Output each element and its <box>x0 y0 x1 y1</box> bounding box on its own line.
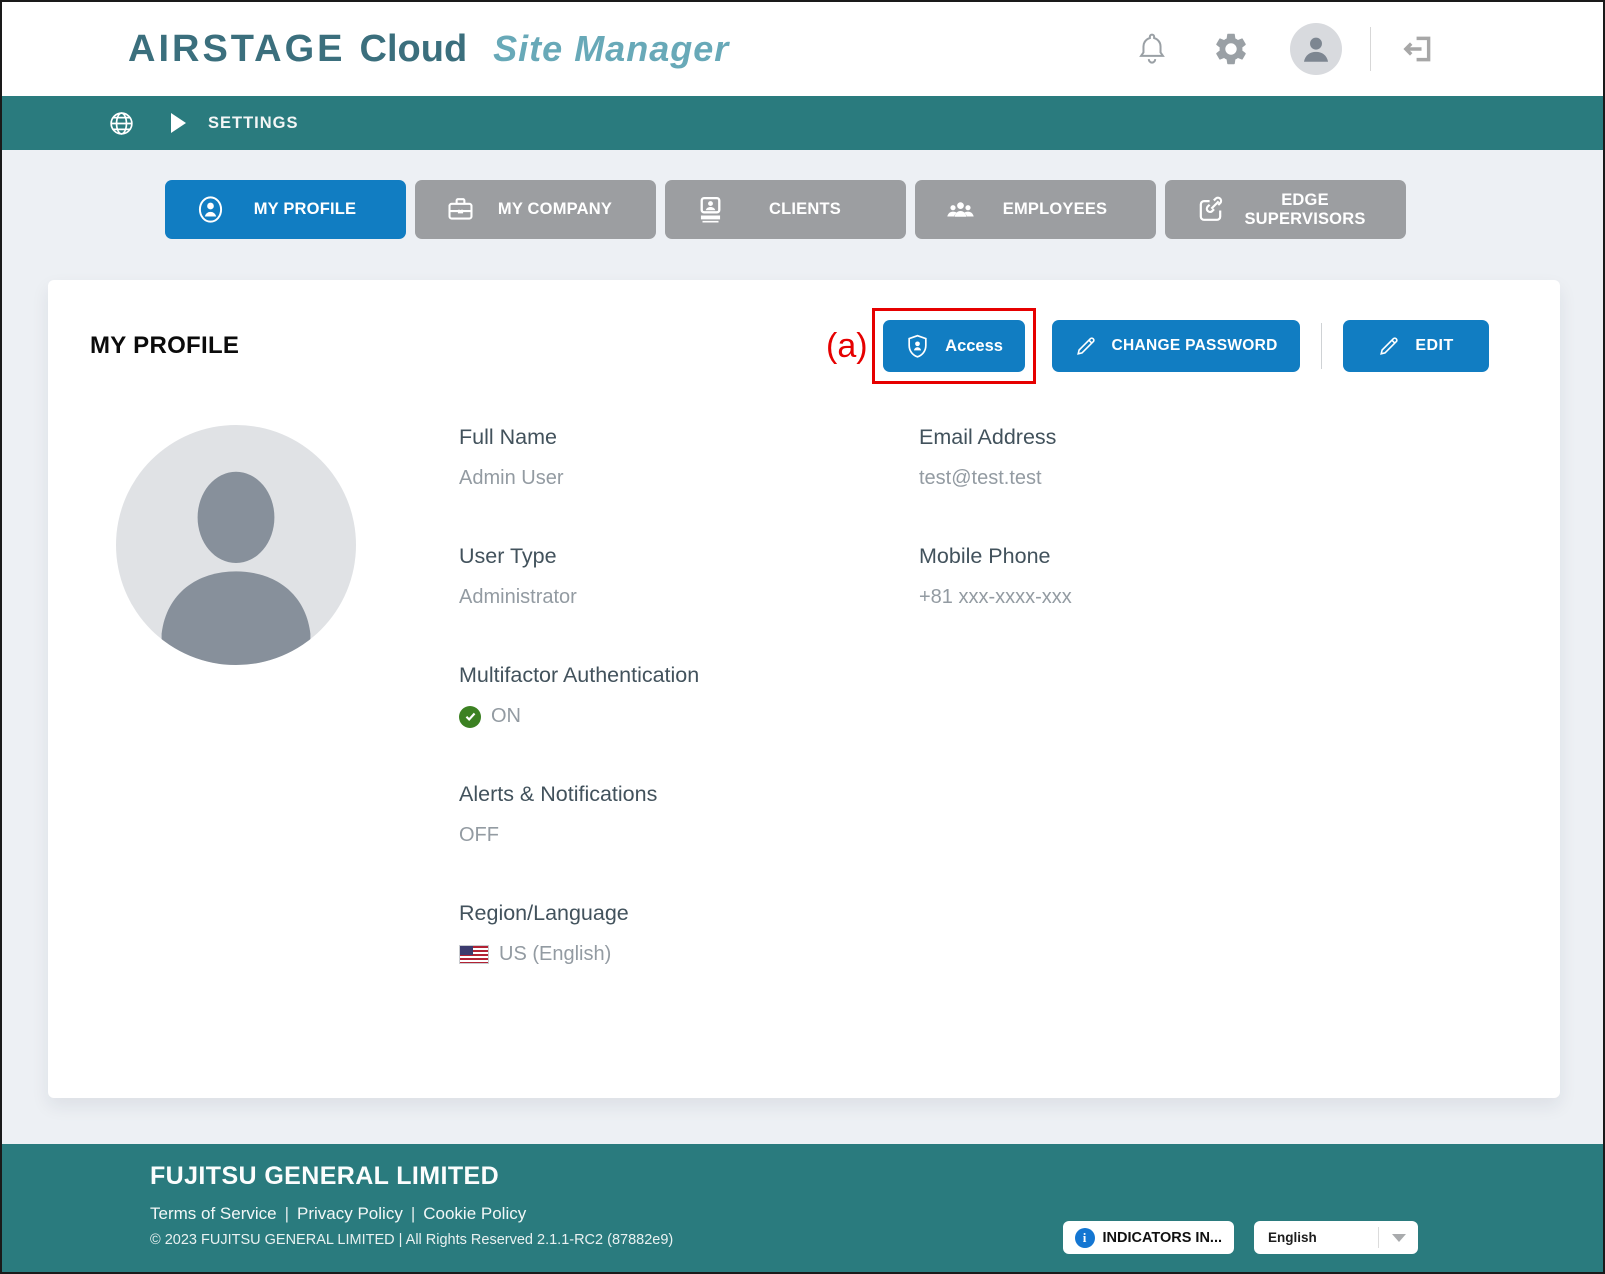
header-avatar[interactable] <box>1290 23 1342 75</box>
footer-links: Terms of Service|Privacy Policy|Cookie P… <box>150 1204 526 1224</box>
field-mobile-phone: Mobile Phone +81 xxx-xxxx-xxx <box>919 544 1072 609</box>
pencil-icon <box>1377 334 1401 358</box>
logout-icon[interactable] <box>1401 32 1435 66</box>
profile-body: Full Name Admin User User Type Administr… <box>116 425 1072 1020</box>
field-region-language: Region/Language US (English) <box>459 901 919 966</box>
breadcrumb-bar: SETTINGS <box>2 96 1603 150</box>
field-alerts-notifications: Alerts & Notifications OFF <box>459 782 919 847</box>
my-profile-card: MY PROFILE (a) Access <box>48 280 1560 1098</box>
header-icons <box>1136 2 1435 96</box>
footer-company: FUJITSU GENERAL LIMITED <box>150 1162 499 1191</box>
breadcrumb-arrow-icon <box>171 113 186 133</box>
profile-avatar <box>116 425 356 665</box>
chevron-down-icon <box>1392 1234 1406 1242</box>
dropdown-arrow-zone <box>1378 1227 1418 1248</box>
briefcase-icon <box>445 194 476 225</box>
pencil-icon <box>1074 334 1098 358</box>
field-full-name: Full Name Admin User <box>459 425 919 490</box>
brand-cloud: Cloud <box>360 28 468 71</box>
person-icon <box>1299 32 1333 66</box>
tab-my-company[interactable]: MY COMPANY <box>415 180 656 239</box>
us-flag-icon <box>459 945 489 964</box>
language-dropdown[interactable]: English <box>1254 1221 1418 1254</box>
brand-airstage: AIRSTAGE <box>128 28 346 71</box>
field-user-type: User Type Administrator <box>459 544 919 609</box>
annotation-highlight-box: Access <box>872 308 1036 384</box>
annotation-a: (a) <box>826 327 868 366</box>
actions-divider <box>1321 323 1322 369</box>
profile-actions: (a) Access CHANGE PASSWO <box>826 308 1489 384</box>
region-language-value: US (English) <box>499 943 611 966</box>
stamp-card-icon <box>695 194 726 225</box>
brand-logo: AIRSTAGE Cloud Site Manager <box>128 28 729 71</box>
green-check-icon <box>459 706 481 728</box>
fields-column-left: Full Name Admin User User Type Administr… <box>459 425 919 1020</box>
footer-controls: i INDICATORS IN... English <box>1063 1221 1419 1254</box>
page-title: MY PROFILE <box>90 332 239 360</box>
brand-product: Site Manager <box>493 28 729 70</box>
tab-my-profile[interactable]: MY PROFILE <box>165 180 406 239</box>
terms-of-service-link[interactable]: Terms of Service <box>150 1204 277 1223</box>
bell-icon[interactable] <box>1136 31 1168 67</box>
language-selected-value: English <box>1268 1230 1317 1245</box>
tab-edge-supervisors[interactable]: EDGE SUPERVISORS <box>1165 180 1406 239</box>
app-footer: FUJITSU GENERAL LIMITED Terms of Service… <box>2 1144 1603 1272</box>
field-email-address: Email Address test@test.test <box>919 425 1072 490</box>
breadcrumb-settings[interactable]: SETTINGS <box>208 114 299 133</box>
header-divider <box>1370 27 1371 71</box>
edit-button[interactable]: EDIT <box>1343 320 1489 372</box>
access-button[interactable]: Access <box>883 320 1025 372</box>
link-box-icon <box>1195 194 1226 225</box>
info-icon: i <box>1075 1228 1095 1248</box>
gear-icon[interactable] <box>1212 30 1250 68</box>
footer-copyright: © 2023 FUJITSU GENERAL LIMITED | All Rig… <box>150 1232 673 1248</box>
fields-column-right: Email Address test@test.test Mobile Phon… <box>919 425 1072 1020</box>
tab-employees[interactable]: EMPLOYEES <box>915 180 1156 239</box>
change-password-button[interactable]: CHANGE PASSWORD <box>1052 320 1300 372</box>
field-multifactor-authentication: Multifactor Authentication ON <box>459 663 919 728</box>
privacy-policy-link[interactable]: Privacy Policy <box>297 1204 403 1223</box>
tab-clients[interactable]: CLIENTS <box>665 180 906 239</box>
globe-icon[interactable] <box>108 110 135 137</box>
shield-person-icon <box>904 333 931 360</box>
people-group-icon <box>945 194 976 225</box>
mfa-status: ON <box>491 705 521 728</box>
indicators-info-button[interactable]: i INDICATORS IN... <box>1063 1221 1235 1254</box>
settings-tabs: MY PROFILE MY COMPANY CLIENTS <box>165 180 1603 239</box>
app-header: AIRSTAGE Cloud Site Manager <box>2 2 1603 96</box>
person-circle-icon <box>195 194 226 225</box>
cookie-policy-link[interactable]: Cookie Policy <box>423 1204 526 1223</box>
